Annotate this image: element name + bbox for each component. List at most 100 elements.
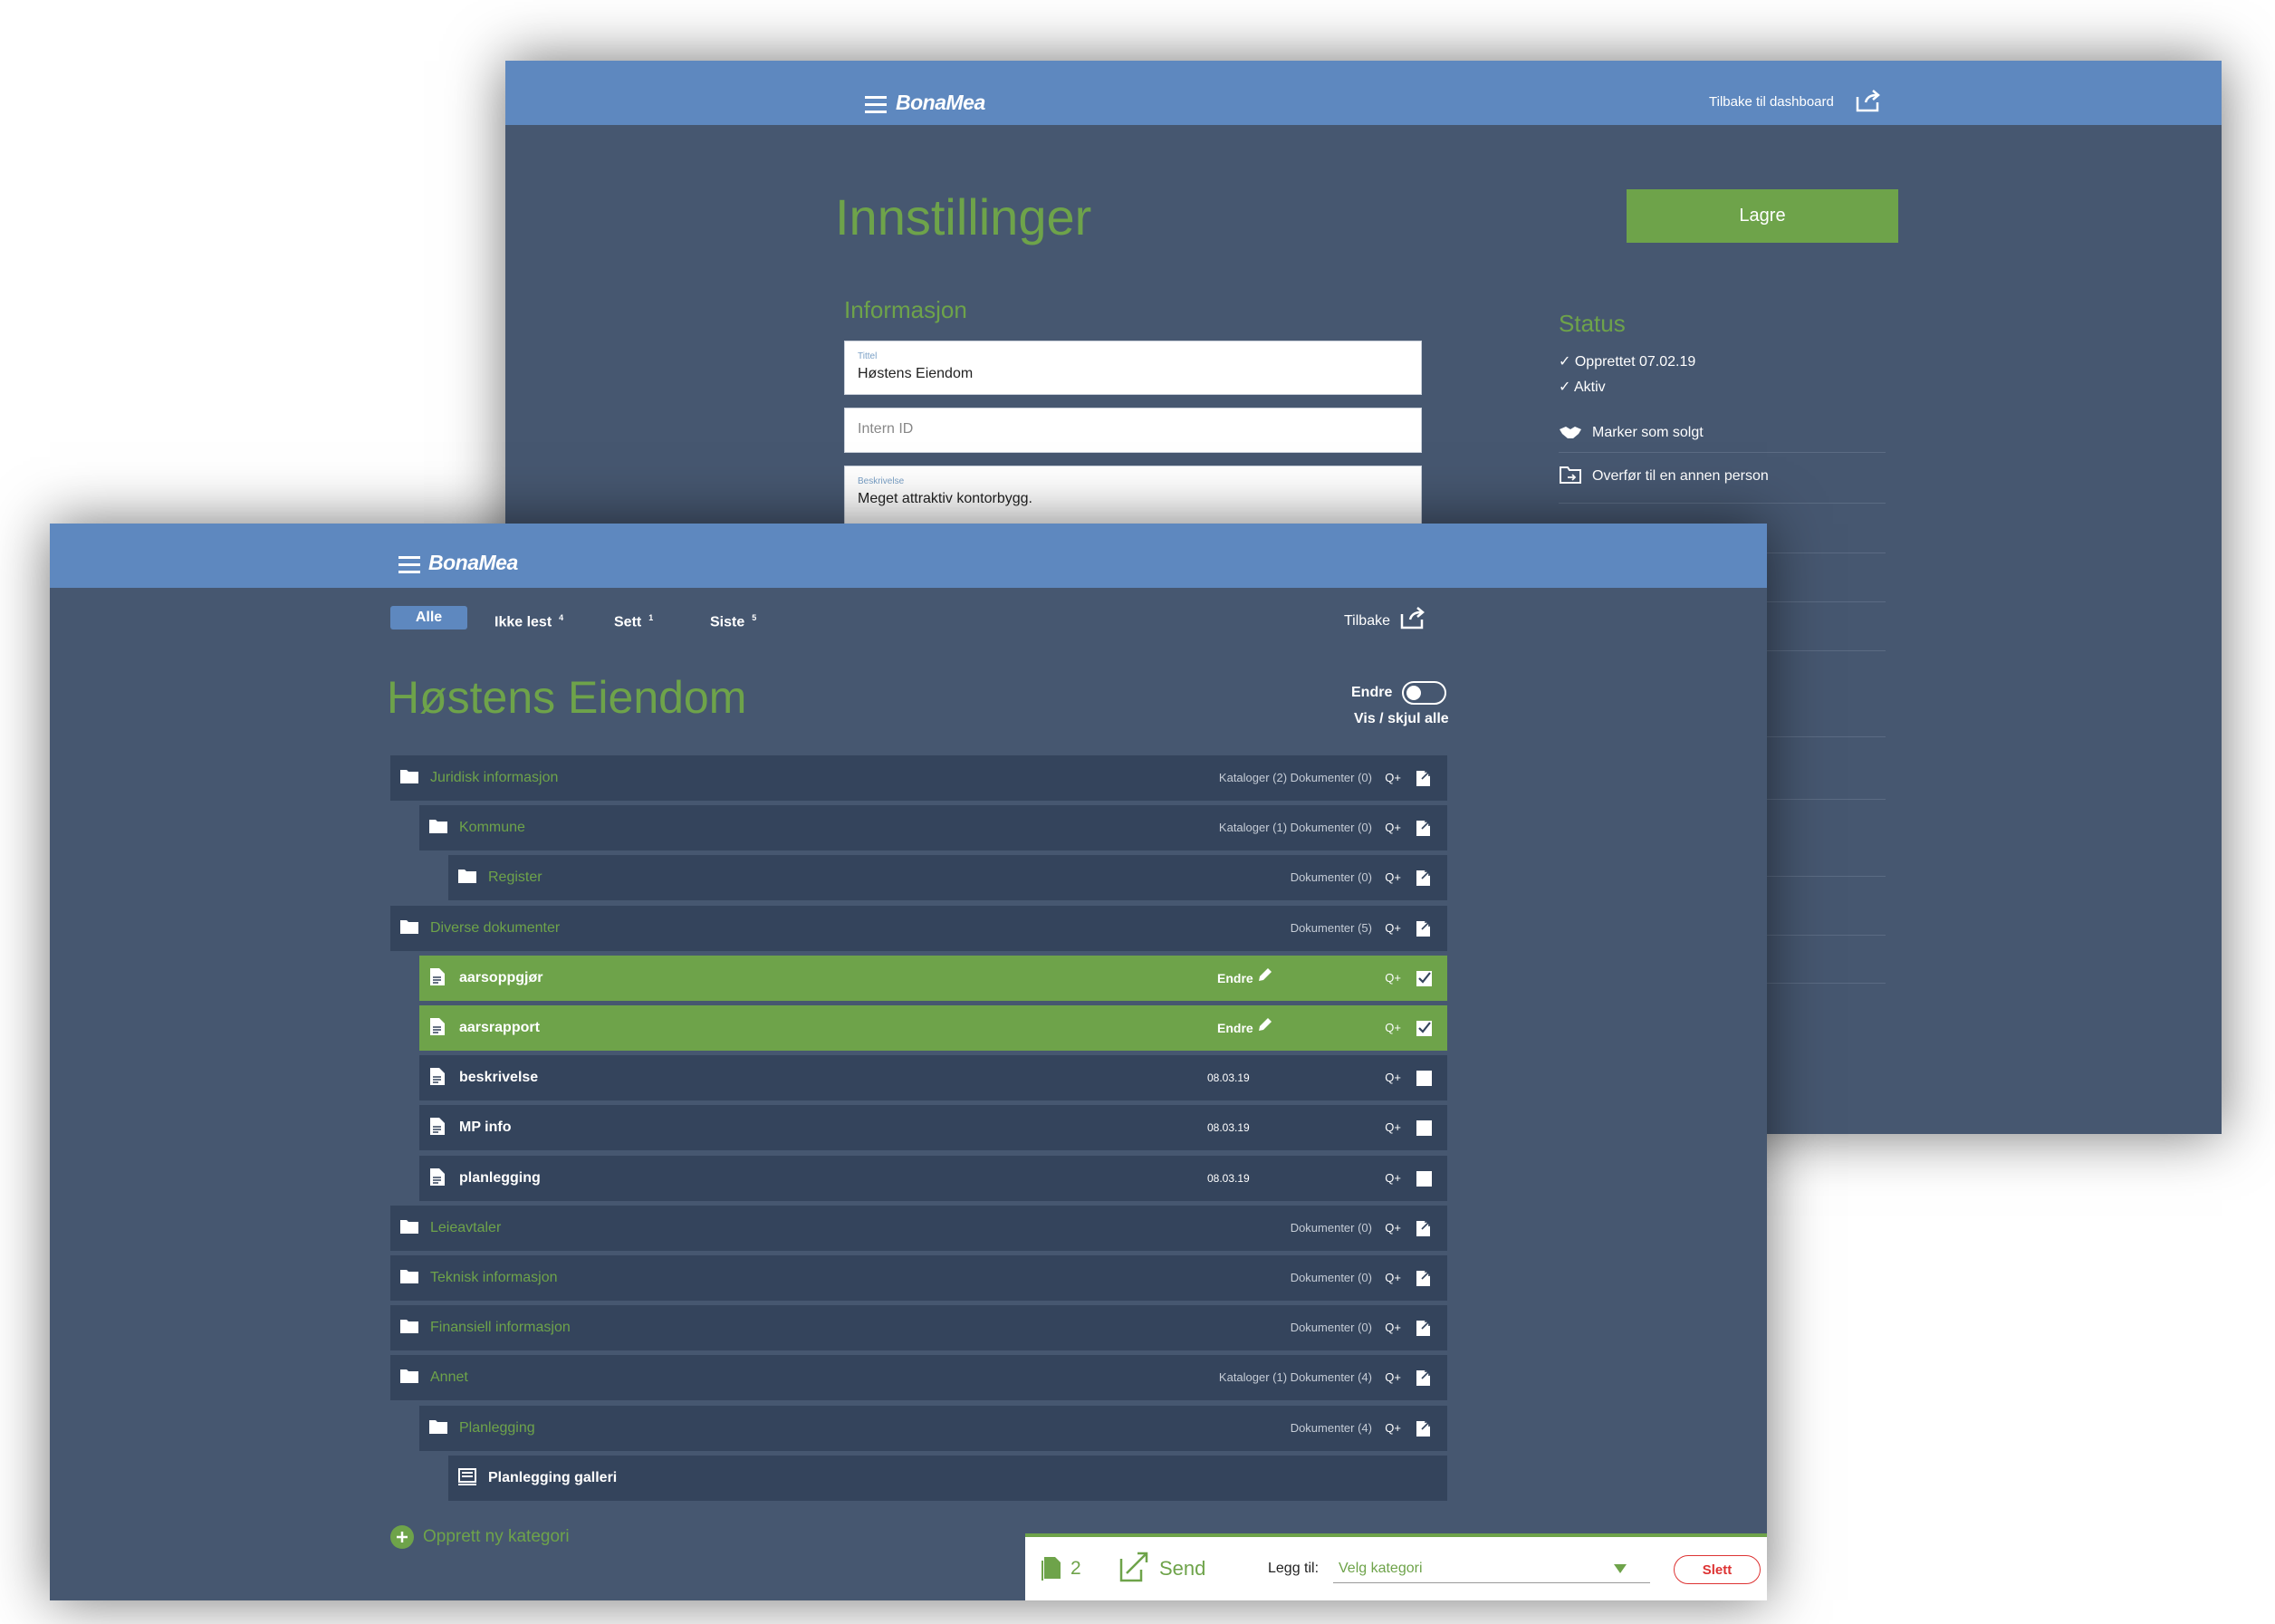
row-name: aarsoppgjør [459, 969, 543, 985]
dropdown-arrow-icon[interactable] [1614, 1564, 1627, 1573]
status-created: ✓ Opprettet 07.02.19 [1559, 354, 1696, 370]
folder-row[interactable]: Juridisk informasjon Kataloger (2) Dokume… [390, 755, 1447, 801]
folder-row[interactable]: Finansiell informasjon Dokumenter (0) Q+ [390, 1305, 1447, 1351]
document-row[interactable]: aarsrapport Endre Q+ [419, 1005, 1447, 1051]
row-name: Planlegging galleri [488, 1469, 618, 1485]
folder-icon [399, 1217, 419, 1239]
upload-document-icon[interactable] [1415, 1218, 1433, 1238]
upload-document-icon[interactable] [1415, 868, 1433, 888]
folder-icon [399, 1367, 419, 1389]
upload-document-icon[interactable] [1415, 1268, 1433, 1288]
mark-as-sold-button[interactable]: Marker som solgt [1592, 425, 1704, 441]
edit-button[interactable]: Endre [1217, 1005, 1273, 1051]
checkbox-checked[interactable] [1416, 970, 1432, 986]
add-circle-icon[interactable] [390, 1525, 414, 1549]
query-button[interactable]: Q+ [1385, 956, 1401, 1001]
menu-icon[interactable] [865, 96, 887, 113]
query-button[interactable]: Q+ [1385, 906, 1401, 951]
document-icon [428, 1017, 448, 1039]
query-button[interactable]: Q+ [1385, 1105, 1401, 1150]
title-field[interactable]: Tittel Høstens Eiendom [844, 341, 1422, 395]
tab-seen[interactable]: Sett 1 [614, 606, 653, 629]
upload-document-icon[interactable] [1415, 1368, 1433, 1388]
query-button[interactable]: Q+ [1385, 1355, 1401, 1400]
description-value: Meget attraktiv kontorbygg. [858, 491, 1032, 506]
edit-toggle[interactable] [1402, 681, 1446, 705]
selected-count: 2 [1070, 1558, 1081, 1579]
status-heading: Status [1559, 310, 1626, 337]
show-hide-all-link[interactable]: Vis / skjul alle [1354, 711, 1449, 727]
page-title: Høstens Eiendom [387, 672, 747, 723]
folder-row[interactable]: Teknisk informasjon Dokumenter (0) Q+ [390, 1255, 1447, 1301]
gallery-row[interactable]: Planlegging galleri [448, 1455, 1447, 1501]
query-button[interactable]: Q+ [1385, 1055, 1401, 1100]
upload-document-icon[interactable] [1415, 918, 1433, 938]
query-button[interactable]: Q+ [1385, 855, 1401, 900]
tab-count: 4 [559, 613, 564, 622]
checkbox[interactable] [1416, 1170, 1432, 1187]
documents-window: BonaMea Alle Ikke lest 4 Sett 1 Siste 5 Til… [50, 524, 1767, 1600]
create-category-button[interactable]: Opprett ny kategori [423, 1527, 570, 1547]
row-meta: Dokumenter (0) [1290, 1321, 1372, 1335]
query-button[interactable]: Q+ [1385, 1305, 1401, 1350]
title-caption: Tittel [858, 351, 878, 361]
folder-icon [399, 918, 419, 939]
tab-all[interactable]: Alle [390, 606, 467, 629]
document-icon [428, 1067, 448, 1089]
query-button[interactable]: Q+ [1385, 1005, 1401, 1051]
query-button[interactable]: Q+ [1385, 755, 1401, 801]
query-button[interactable]: Q+ [1385, 1406, 1401, 1451]
gallery-icon [457, 1467, 477, 1489]
row-name: MP info [459, 1120, 512, 1136]
folder-icon [399, 1267, 419, 1289]
upload-document-icon[interactable] [1415, 768, 1433, 788]
send-icon[interactable] [1119, 1552, 1148, 1582]
edit-button[interactable]: Endre [1217, 956, 1273, 1001]
folder-row[interactable]: Register Dokumenter (0) Q+ [448, 855, 1447, 901]
row-meta: Kataloger (1) Dokumenter (0) [1218, 821, 1372, 835]
tab-latest[interactable]: Siste 5 [710, 606, 756, 629]
back-to-dashboard-link[interactable]: Tilbake til dashboard [1709, 94, 1834, 110]
category-select[interactable]: Velg kategori [1339, 1537, 1423, 1600]
menu-icon[interactable] [398, 556, 420, 573]
tab-label: Ikke lest [494, 614, 552, 630]
folder-row[interactable]: Kommune Kataloger (1) Dokumenter (0) Q+ [419, 805, 1447, 851]
document-row[interactable]: MP info 08.03.19 Q+ [419, 1105, 1447, 1151]
document-row[interactable]: beskrivelse 08.03.19 Q+ [419, 1055, 1447, 1101]
query-button[interactable]: Q+ [1385, 1255, 1401, 1301]
query-button[interactable]: Q+ [1385, 1156, 1401, 1201]
checkbox-checked[interactable] [1416, 1021, 1432, 1036]
folder-row[interactable]: Planlegging Dokumenter (4) Q+ [419, 1405, 1447, 1451]
tab-count: 5 [752, 613, 757, 622]
tab-count: 1 [648, 613, 654, 622]
folder-row[interactable]: Leieavtaler Dokumenter (0) Q+ [390, 1205, 1447, 1251]
query-button[interactable]: Q+ [1385, 805, 1401, 850]
folder-icon [428, 1417, 448, 1439]
folder-row[interactable]: Annet Kataloger (1) Dokumenter (4) Q+ [390, 1355, 1447, 1401]
folder-row[interactable]: Diverse dokumenter Dokumenter (5) Q+ [390, 905, 1447, 951]
bottom-action-bar: 2 Send Legg til: Velg kategori Slett [1025, 1533, 1767, 1600]
document-row[interactable]: planlegging 08.03.19 Q+ [419, 1155, 1447, 1201]
row-meta: Kataloger (1) Dokumenter (4) [1218, 1370, 1372, 1385]
back-link[interactable]: Tilbake [1344, 613, 1390, 629]
intern-id-field[interactable]: Intern ID [844, 408, 1422, 453]
delete-button[interactable]: Slett [1674, 1555, 1761, 1584]
exit-icon[interactable] [1855, 90, 1882, 113]
exit-icon[interactable] [1399, 607, 1426, 630]
checkbox[interactable] [1416, 1120, 1432, 1137]
tab-unread[interactable]: Ikke lest 4 [494, 606, 563, 629]
row-meta: Dokumenter (0) [1290, 1271, 1372, 1284]
upload-document-icon[interactable] [1415, 818, 1433, 838]
send-button[interactable]: Send [1159, 1537, 1205, 1600]
tab-label: Alle [415, 610, 443, 625]
upload-document-icon[interactable] [1415, 1318, 1433, 1338]
transfer-button[interactable]: Overfør til en annen person [1592, 468, 1769, 485]
intern-id-placeholder: Intern ID [858, 421, 914, 437]
document-row[interactable]: aarsoppgjør Endre Q+ [419, 955, 1447, 1001]
save-button[interactable]: Lagre [1627, 189, 1898, 243]
folder-icon [457, 867, 477, 889]
row-name: beskrivelse [459, 1070, 539, 1086]
upload-document-icon[interactable] [1415, 1418, 1433, 1438]
query-button[interactable]: Q+ [1385, 1206, 1401, 1251]
checkbox[interactable] [1416, 1071, 1432, 1087]
